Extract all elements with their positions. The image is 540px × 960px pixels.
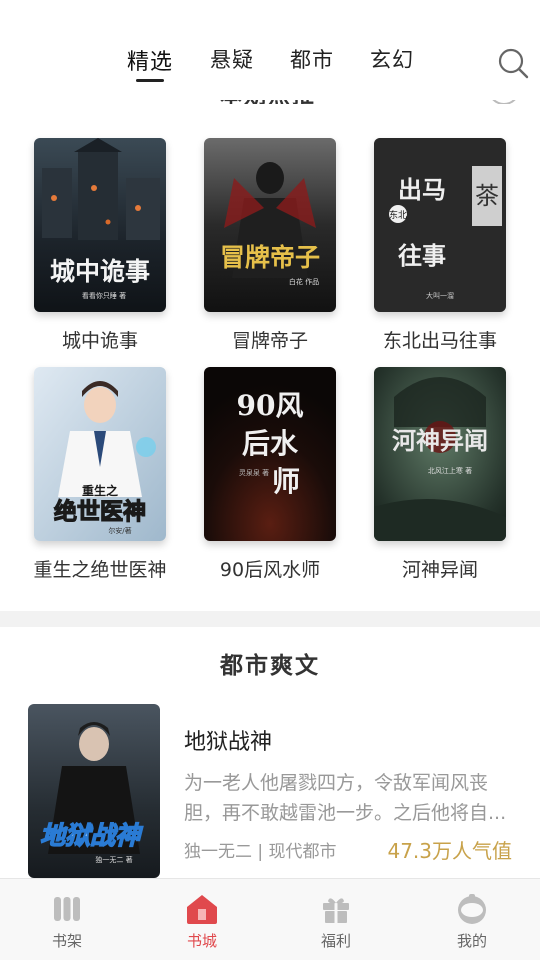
- nav-label: 福利: [320, 932, 351, 950]
- book-cover: 茶 出马 往事 东北 大叫一溜: [374, 138, 506, 312]
- bottom-navigation: 书架 书城 福利 我的: [0, 878, 540, 960]
- nav-label: 书城: [186, 932, 217, 950]
- book-cover: 冒牌帝子 白花 作品: [204, 138, 336, 312]
- book-cover: 90风 后水 师 灵泉泉 著: [204, 367, 336, 541]
- book-title: 90后风水师: [219, 559, 321, 581]
- svg-text:东北: 东北: [389, 209, 407, 221]
- profile-icon: [456, 893, 488, 925]
- svg-text:尔安/著: 尔安/著: [108, 526, 131, 535]
- svg-text:往事: 往事: [398, 241, 446, 270]
- book-title: 东北出马往事: [382, 330, 497, 352]
- svg-text:北风江上寒 著: 北风江上寒 著: [428, 466, 472, 475]
- search-icon[interactable]: [496, 46, 530, 80]
- section-divider: [0, 611, 540, 627]
- gift-icon: [320, 893, 352, 925]
- featured-book-popularity: 47.3万人气值: [387, 839, 512, 863]
- featured-book-author-genre: 独一无二 | 现代都市: [184, 842, 337, 862]
- svg-text:后水: 后水: [242, 427, 299, 460]
- svg-text:城中诡事: 城中诡事: [50, 257, 150, 286]
- tab-suspense[interactable]: 悬疑: [210, 44, 254, 74]
- svg-text:看看你只睡 著: 看看你只睡 著: [82, 291, 126, 300]
- tab-fantasy[interactable]: 玄幻: [370, 44, 414, 74]
- book-title: 重生之绝世医神: [33, 559, 167, 581]
- svg-text:茶: 茶: [475, 182, 499, 210]
- svg-text:绝世医神: 绝世医神: [54, 498, 146, 525]
- tab-urban[interactable]: 都市: [290, 44, 334, 74]
- svg-text:灵泉泉 著: 灵泉泉 著: [239, 468, 269, 477]
- nav-profile[interactable]: 我的: [427, 879, 517, 960]
- svg-text:地狱战神: 地狱战神: [40, 821, 143, 850]
- svg-text:白花 作品: 白花 作品: [289, 277, 319, 286]
- nav-bookstore[interactable]: 书城: [157, 879, 247, 960]
- svg-text:90风: 90风: [237, 389, 304, 422]
- book-title: 河神异闻: [401, 559, 478, 581]
- nav-label: 书架: [51, 932, 82, 950]
- svg-text:师: 师: [272, 465, 300, 498]
- bookstore-icon: [186, 893, 218, 925]
- active-tab-indicator: [136, 79, 164, 82]
- featured-book-title: 地狱战神: [184, 730, 273, 755]
- book-title: 城中诡事: [61, 330, 138, 352]
- svg-text:大叫一溜: 大叫一溜: [426, 291, 454, 300]
- book-cover: 城中诡事 看看你只睡 著: [34, 138, 166, 312]
- bookshelf-icon: [51, 893, 83, 925]
- book-cover: 重生之 绝世医神 尔安/著: [34, 367, 166, 541]
- top-tab-bar: 精选 悬疑 都市 玄幻: [0, 0, 540, 100]
- nav-label: 我的: [456, 932, 487, 950]
- featured-book-item[interactable]: 地狱战神 独一无二 著 地狱战神 为一老人他屠戮四方，令敌军闻风丧胆，再不敢越雷…: [28, 704, 518, 880]
- category-tabs: 精选 悬疑 都市 玄幻: [0, 44, 540, 84]
- svg-text:冒牌帝子: 冒牌帝子: [220, 243, 320, 272]
- svg-text:重生之: 重生之: [82, 483, 118, 498]
- section-title: 都市爽文: [220, 653, 320, 679]
- svg-text:出马: 出马: [398, 175, 446, 204]
- book-cover: 地狱战神 独一无二 著: [28, 704, 160, 878]
- svg-text:河神异闻: 河神异闻: [392, 426, 488, 455]
- svg-text:独一无二 著: 独一无二 著: [95, 855, 132, 864]
- nav-rewards[interactable]: 福利: [291, 879, 381, 960]
- featured-book-description: 为一老人他屠戮四方，令敌军闻风丧胆，再不敢越雷池一步。之后他将自...: [184, 772, 507, 824]
- book-cover: 河神异闻 北风江上寒 著: [374, 367, 506, 541]
- book-title: 冒牌帝子: [231, 330, 308, 352]
- tab-featured[interactable]: 精选: [127, 44, 173, 76]
- nav-bookshelf[interactable]: 书架: [22, 879, 112, 960]
